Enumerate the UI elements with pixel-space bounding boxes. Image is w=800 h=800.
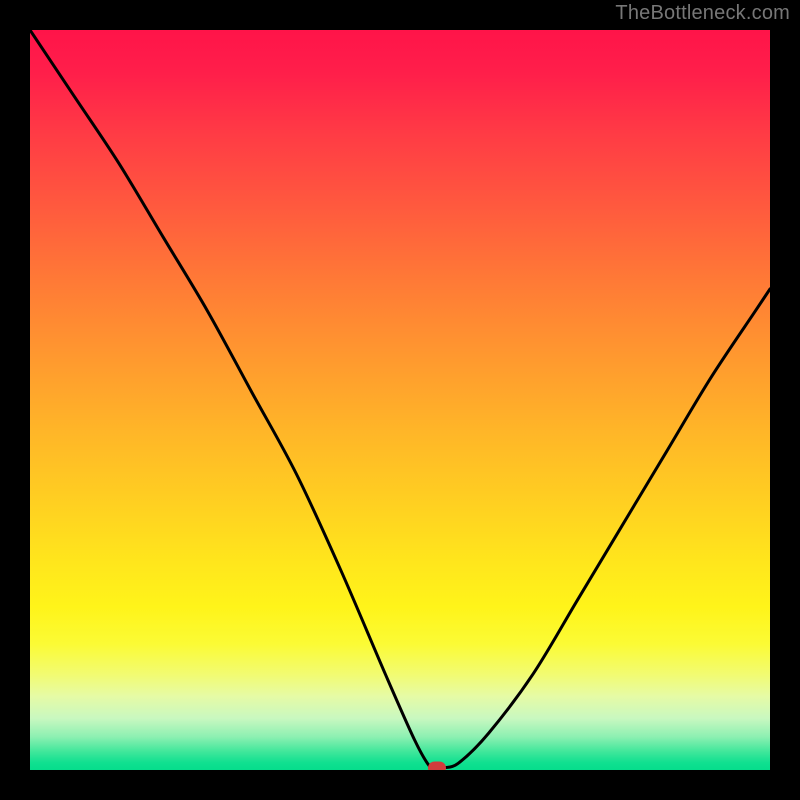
chart-root: TheBottleneck.com: [0, 0, 800, 800]
plot-area: [30, 30, 770, 770]
attribution-text: TheBottleneck.com: [615, 2, 790, 25]
bottleneck-curve: [30, 30, 770, 770]
optimal-point-marker: [428, 761, 446, 770]
